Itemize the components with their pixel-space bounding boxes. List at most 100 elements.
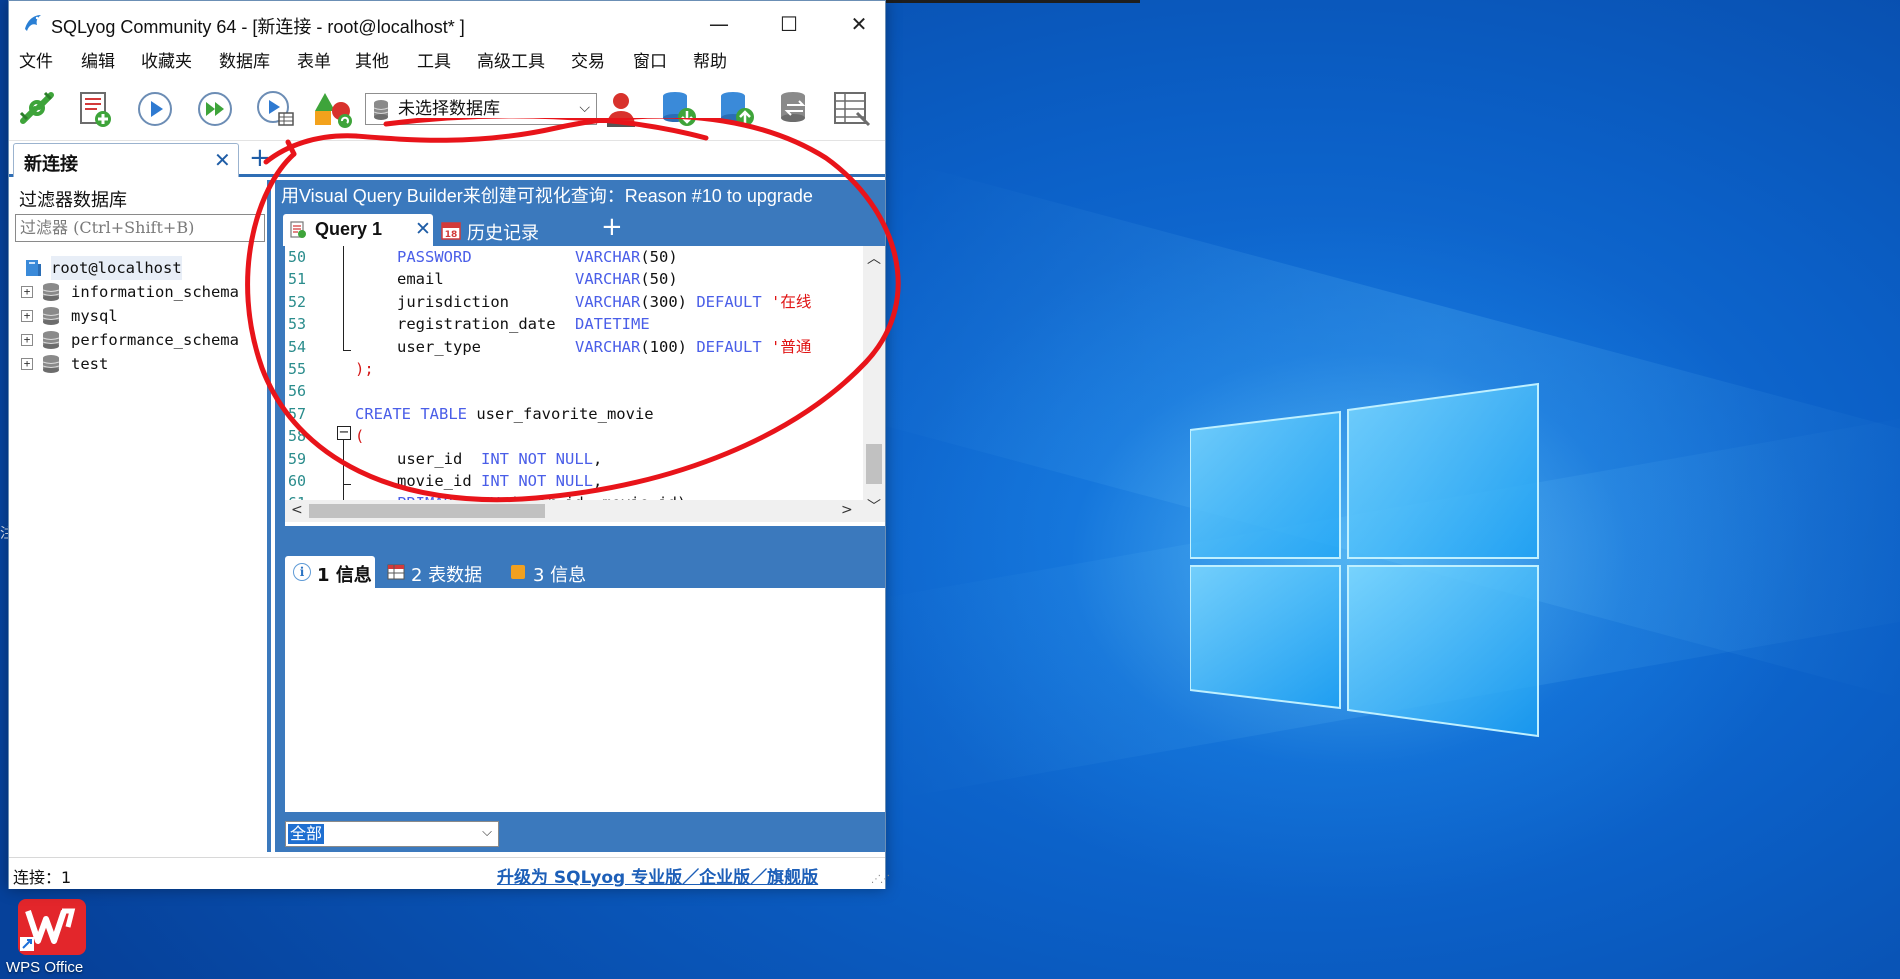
tree-item-database[interactable]: + test xyxy=(13,352,267,376)
history-tab-label: 历史记录 xyxy=(467,223,539,244)
menu-edit[interactable]: 编辑 xyxy=(81,50,115,74)
tree-item-label: information_schema xyxy=(71,283,239,301)
calendar-icon: 18 xyxy=(441,222,461,240)
tree-item-database[interactable]: + performance_schema xyxy=(13,328,267,352)
windows-logo-wallpaper xyxy=(1190,382,1539,738)
expand-plus-icon[interactable]: + xyxy=(21,358,33,370)
tab-query-1[interactable]: Query 1 ✕ xyxy=(283,214,433,246)
menu-window[interactable]: 窗口 xyxy=(633,50,667,74)
expand-plus-icon[interactable]: + xyxy=(21,286,33,298)
tab-result-info[interactable]: i 1 信息 xyxy=(285,556,375,588)
scrollbar-thumb[interactable] xyxy=(309,504,545,518)
query-tab-label: Query 1 xyxy=(315,219,383,239)
maximize-button[interactable]: ☐ xyxy=(754,1,824,47)
line-number: 56 xyxy=(288,382,307,401)
tree-root-label: root@localhost xyxy=(51,256,182,280)
line-number: 54 xyxy=(288,337,307,356)
sync-database-icon[interactable] xyxy=(773,87,817,131)
tree-item-label: test xyxy=(71,355,109,373)
server-icon xyxy=(26,260,41,276)
result-panel[interactable] xyxy=(285,588,885,812)
line-number: 52 xyxy=(288,292,307,311)
tab-connection[interactable]: 新连接 ✕ xyxy=(13,143,239,177)
tree-item-database[interactable]: + information_schema xyxy=(13,280,267,304)
restore-database-icon[interactable] xyxy=(715,87,759,131)
scroll-up-icon[interactable]: ︿ xyxy=(867,248,881,268)
close-connection-tab-icon[interactable]: ✕ xyxy=(214,148,231,172)
code-token: VARCHAR xyxy=(575,270,641,289)
result-tab-text: 信息 xyxy=(335,565,372,586)
title-bar[interactable]: SQLyog Community 64 - [新连接 - root@localh… xyxy=(9,1,885,47)
tab-history[interactable]: 18 历史记录 xyxy=(439,214,559,246)
code-line: email xyxy=(397,268,444,290)
scrollbar-thumb[interactable] xyxy=(866,444,882,484)
menu-favorites[interactable]: 收藏夹 xyxy=(141,50,192,74)
code-token: VARCHAR xyxy=(575,248,641,266)
expand-plus-icon[interactable]: + xyxy=(21,334,33,346)
tab-table-data[interactable]: 2 表数据 xyxy=(383,556,493,588)
chevron-down-icon: ⌵ xyxy=(579,100,590,116)
menu-tools[interactable]: 工具 xyxy=(417,50,451,74)
fold-guide xyxy=(343,246,344,350)
fold-collapse-icon[interactable]: − xyxy=(337,426,351,440)
code-token: jurisdiction xyxy=(397,292,509,311)
upgrade-promo-banner[interactable]: 用Visual Query Builder来创建可视化查询：Reason #10… xyxy=(275,180,885,212)
editor-horizontal-scrollbar[interactable]: < > xyxy=(285,500,863,522)
menu-database[interactable]: 数据库 xyxy=(219,50,270,74)
result-tab-number: 1 xyxy=(317,565,330,586)
tab-result-info-3[interactable]: 3 信息 xyxy=(507,556,607,588)
expand-plus-icon[interactable]: + xyxy=(21,310,33,322)
connection-tab-bar: 新连接 ✕ + xyxy=(9,141,885,177)
tree-item-label: performance_schema xyxy=(71,331,239,349)
add-connection-tab-button[interactable]: + xyxy=(249,143,271,173)
main-toolbar: 未选择数据库 ⌵ xyxy=(9,79,885,141)
minimize-button[interactable]: — xyxy=(684,1,754,47)
desktop-icon-wps-office[interactable]: WPS Office xyxy=(2,895,102,979)
scroll-left-icon[interactable]: < xyxy=(291,502,303,518)
menu-help[interactable]: 帮助 xyxy=(693,50,727,74)
menu-transaction[interactable]: 交易 xyxy=(571,50,605,74)
code-token: email xyxy=(397,270,444,289)
scroll-down-icon[interactable]: ﹀ xyxy=(867,496,881,516)
resize-grip-icon[interactable]: ⋰⋰ xyxy=(871,874,890,885)
execute-all-icon[interactable] xyxy=(193,87,237,131)
backup-database-icon[interactable] xyxy=(657,87,701,131)
menu-file[interactable]: 文件 xyxy=(19,50,53,74)
line-number: 51 xyxy=(288,270,307,289)
upgrade-link[interactable]: 升级为 SQLyog 专业版／企业版／旗舰版 xyxy=(497,863,818,888)
code-token: , xyxy=(592,449,603,468)
code-token: '普通 xyxy=(771,337,812,356)
code-line: registration_date xyxy=(397,313,556,335)
result-filter-select[interactable]: 全部 ⌵ xyxy=(285,821,499,847)
editor-vertical-scrollbar[interactable]: ︿ ﹀ xyxy=(863,246,885,522)
code-token: (300) xyxy=(640,292,687,311)
sql-editor[interactable]: 50 51 52 53 54 55 56 57 58 59 60 61 − PA… xyxy=(285,246,885,526)
database-tree: root@localhost + information_schema + my… xyxy=(13,256,267,376)
result-tab-label: 1 信息 xyxy=(317,561,372,587)
connect-icon[interactable] xyxy=(15,87,59,131)
tree-item-database[interactable]: + mysql xyxy=(13,304,267,328)
new-query-icon[interactable] xyxy=(73,87,117,131)
database-filter-input[interactable]: 过滤器 (Ctrl+Shift+B) xyxy=(15,214,265,242)
tree-root-connection[interactable]: root@localhost xyxy=(13,256,267,280)
close-button[interactable]: ✕ xyxy=(824,1,894,47)
menu-other[interactable]: 其他 xyxy=(355,50,389,74)
schema-designer-icon[interactable] xyxy=(311,87,355,131)
execute-grid-icon[interactable] xyxy=(253,87,297,131)
table-designer-icon[interactable] xyxy=(831,87,875,131)
line-number: 55 xyxy=(288,360,307,378)
menu-advanced-tools[interactable]: 高级工具 xyxy=(477,50,545,74)
code-token: registration_date xyxy=(397,315,556,334)
code-token: (100) xyxy=(640,337,687,356)
user-manager-icon[interactable] xyxy=(599,87,643,131)
menu-table[interactable]: 表单 xyxy=(297,50,331,74)
database-select[interactable]: 未选择数据库 ⌵ xyxy=(365,93,597,125)
add-query-tab-button[interactable]: + xyxy=(601,212,623,242)
execute-query-icon[interactable] xyxy=(133,87,177,131)
code-token: , xyxy=(592,472,603,490)
sqlyog-window: SQLyog Community 64 - [新连接 - root@localh… xyxy=(8,0,890,889)
scroll-right-icon[interactable]: > xyxy=(841,502,853,518)
code-line: jurisdiction xyxy=(397,291,509,313)
close-query-tab-icon[interactable]: ✕ xyxy=(415,218,431,240)
code-token: CREATE TABLE xyxy=(355,404,467,423)
